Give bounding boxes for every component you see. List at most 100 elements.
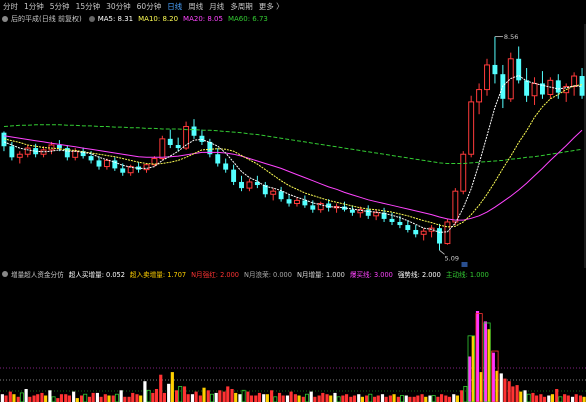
indicator-item-4: N月增量: 1.000: [296, 270, 345, 279]
volume-bar: [412, 395, 420, 402]
volume-bar: [499, 373, 507, 402]
candle: [317, 201, 324, 213]
tab-10[interactable]: 更多 〉: [256, 1, 287, 12]
candle: [24, 145, 31, 158]
volume-bar: [452, 394, 460, 402]
tab-2[interactable]: 5分钟: [47, 1, 73, 12]
tab-1[interactable]: 1分钟: [21, 1, 47, 12]
candle: [405, 220, 411, 233]
volume-bar: [119, 390, 127, 402]
volume-bar: [214, 390, 222, 402]
candle: [531, 77, 538, 105]
candle: [579, 68, 585, 99]
volume-bar: [32, 394, 40, 402]
indicator-item-7: 主动线: 1.000: [445, 270, 489, 279]
volume-bar: [491, 352, 499, 402]
tab-5[interactable]: 60分钟: [134, 1, 165, 12]
volume-bar: [547, 394, 555, 402]
tab-7[interactable]: 周线: [185, 1, 206, 12]
volume-bar: [507, 381, 515, 402]
volume-bar: [103, 394, 111, 402]
candle: [547, 77, 554, 99]
price-chart[interactable]: 8.56 5.09: [0, 24, 586, 268]
indicator-item-0: 超人买增量: 0.052: [68, 270, 125, 279]
candle: [342, 201, 347, 212]
tab-0[interactable]: 分时: [0, 1, 21, 12]
candle: [223, 158, 229, 173]
candle: [294, 197, 300, 207]
volume-bar: [365, 393, 373, 402]
volume-bar: [0, 394, 8, 402]
indicator-toggle-icon[interactable]: [88, 15, 95, 22]
candle: [381, 207, 387, 222]
volume-bar: [357, 394, 364, 402]
volume-bar: [95, 392, 103, 402]
candle: [191, 119, 197, 139]
volume-bar: [444, 395, 452, 402]
volume-bar: [16, 392, 24, 402]
volume-bar: [523, 390, 531, 402]
volume-bar: [167, 372, 174, 402]
volume-bar: [309, 391, 317, 402]
volume-bar: [175, 386, 183, 402]
volume-bar: [238, 389, 246, 402]
candle: [326, 199, 332, 212]
candle: [64, 145, 70, 161]
settings-icon[interactable]: [2, 15, 8, 22]
candle: [239, 175, 244, 192]
indicator-item-2: N月强红: 2.000: [191, 270, 240, 279]
volume-bar: [56, 394, 64, 402]
indicator-settings-icon[interactable]: [2, 270, 8, 277]
candle: [270, 188, 277, 201]
volume-bar: [475, 311, 483, 402]
volume-bar: [79, 393, 88, 402]
candle: [302, 195, 308, 208]
candle: [373, 209, 380, 221]
volume-bar: [570, 394, 578, 402]
candle: [183, 121, 190, 150]
candle: [484, 58, 490, 96]
volume-bar: [262, 394, 269, 402]
candle: [420, 228, 427, 241]
candle: [428, 225, 435, 238]
volume-bar: [143, 381, 151, 402]
tab-4[interactable]: 30分钟: [103, 1, 134, 12]
volume-bar: [349, 395, 357, 402]
tab-9[interactable]: 多周期: [227, 1, 256, 12]
tab-6[interactable]: 日线: [164, 1, 185, 12]
candle: [476, 83, 483, 115]
volume-bar: [72, 391, 79, 402]
volume-bar: [111, 393, 119, 402]
candle: [413, 225, 419, 238]
volume-bar: [539, 394, 547, 402]
candle: [262, 181, 268, 198]
volume-indicator-chart[interactable]: [0, 279, 586, 402]
volume-bar: [254, 392, 262, 402]
candle: [468, 95, 475, 158]
indicator-item-5: 爆买线: 3.000: [349, 270, 393, 279]
candle: [167, 129, 173, 149]
candle: [286, 194, 292, 207]
candle: [460, 151, 467, 195]
volume-bar: [277, 392, 285, 402]
event-tag-icon[interactable]: [461, 262, 468, 267]
low-price-label: 5.09: [445, 254, 459, 262]
candle: [492, 36, 498, 84]
tab-3[interactable]: 15分钟: [73, 1, 104, 12]
volume-bar: [563, 394, 570, 402]
period-tabs: 分时 1分钟 5分钟 15分钟 30分钟 60分钟 日线 周线 月线 多周期 更多 〉: [0, 0, 586, 13]
volume-bar: [428, 395, 436, 402]
candle: [516, 46, 522, 84]
candle: [333, 203, 340, 213]
volume-bar: [341, 394, 349, 402]
candle: [349, 205, 355, 216]
volume-bar: [578, 395, 586, 402]
tab-8[interactable]: 月线: [206, 1, 227, 12]
volume-bar: [301, 393, 309, 402]
volume-bar: [325, 394, 333, 402]
candle: [571, 72, 578, 96]
volume-bar: [222, 386, 230, 402]
volume-bar: [468, 335, 475, 402]
volume-bar: [531, 392, 539, 402]
candle: [112, 157, 118, 171]
